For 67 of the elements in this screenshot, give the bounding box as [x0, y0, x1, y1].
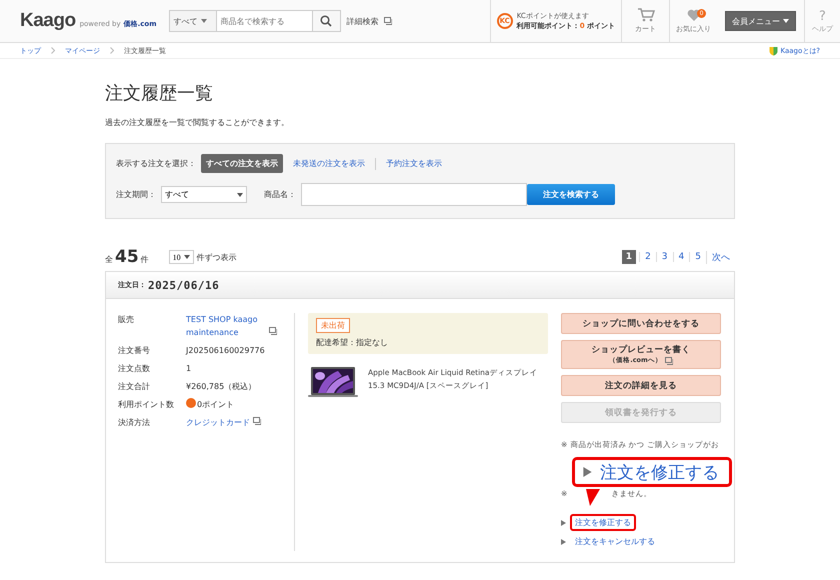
detail-value: 1 — [186, 363, 192, 375]
detail-label: 決済方法 — [118, 417, 151, 429]
page-link[interactable]: 4 — [672, 252, 690, 262]
logo[interactable]: Kaago — [20, 10, 76, 32]
order-date: 2025/06/16 — [148, 278, 220, 292]
category-dropdown[interactable]: すべて — [168, 10, 217, 32]
delivery-preference: 配達希望：指定なし — [316, 337, 389, 348]
search-field[interactable]: 商品名で検索する — [216, 10, 313, 32]
caret-icon — [200, 19, 207, 23]
detail-value: 0ポイント — [197, 400, 234, 409]
caret-icon — [783, 19, 789, 23]
callout-text: 注文を修正する — [600, 462, 719, 484]
period-dropdown[interactable]: すべて — [161, 186, 247, 203]
total-suffix: 件 — [140, 254, 149, 265]
external-link-icon — [664, 356, 673, 364]
shield-icon — [768, 46, 778, 56]
product-name-label: 商品名： — [264, 189, 296, 200]
detail-value: ¥260,785（税込） — [186, 381, 258, 393]
page-link[interactable]: 次へ — [706, 250, 735, 264]
search-icon — [320, 15, 332, 27]
product-name-field[interactable] — [301, 183, 527, 206]
detail-label: 販売 — [118, 314, 135, 326]
total-prefix: 全 — [105, 254, 113, 265]
search-button[interactable] — [312, 10, 341, 32]
advanced-search-link[interactable]: 詳細検索 — [346, 16, 379, 26]
search-orders-button[interactable]: 注文を検索する — [527, 184, 615, 205]
external-link-icon — [269, 327, 277, 335]
detail-label: 利用ポイント数 — [118, 399, 175, 411]
total-count: 45 — [115, 247, 139, 267]
chevron-icon — [110, 47, 114, 54]
help-icon: ? — [819, 8, 826, 24]
page-link[interactable]: 5 — [689, 252, 706, 262]
filter-label: 表示する注文を選択： — [116, 158, 196, 169]
triangle-icon — [561, 520, 566, 526]
caret-icon — [237, 192, 243, 196]
page-link[interactable]: 3 — [656, 252, 673, 262]
member-menu-button[interactable]: 会員メニュー — [725, 11, 796, 31]
point-coin-icon — [186, 398, 196, 408]
detail-label: 注文点数 — [118, 363, 151, 375]
page-title: 注文履歴一覧 — [105, 82, 214, 105]
detail-link[interactable]: TEST SHOP kaago maintenance — [186, 313, 266, 339]
page-subtitle: 過去の注文履歴を一覧で閲覧することができます。 — [105, 117, 290, 128]
external-link-icon — [384, 17, 392, 25]
callout-pointer — [585, 489, 601, 507]
action-button[interactable]: 注文の詳細を見る — [561, 375, 721, 396]
filter-option[interactable]: 予約注文を表示 — [381, 154, 447, 173]
triangle-icon — [561, 538, 566, 544]
per-page-label: 件ずつ表示 — [196, 252, 237, 262]
page-link[interactable]: 1 — [622, 250, 636, 264]
order-link[interactable]: 注文を修正する — [570, 514, 636, 531]
cart-icon — [636, 8, 654, 22]
detail-label: 注文番号 — [118, 345, 151, 357]
detail-label: 注文合計 — [118, 381, 151, 393]
filter-option[interactable]: 未発送の注文を表示 — [288, 154, 370, 173]
action-button[interactable]: ショップに問い合わせをする — [561, 313, 721, 334]
status-badge: 未出荷 — [316, 318, 350, 333]
per-page-dropdown[interactable]: 10 — [168, 250, 194, 264]
detail-link[interactable]: クレジットカード — [186, 416, 250, 429]
external-link-icon — [253, 417, 261, 425]
page-link[interactable]: 2 — [639, 252, 656, 262]
filter-option[interactable]: すべての注文を表示 — [201, 154, 283, 173]
order-link[interactable]: 注文をキャンセルする — [570, 533, 660, 550]
caret-icon — [184, 255, 190, 259]
period-label: 注文期間： — [116, 189, 156, 200]
detail-value: J202506160029776 — [186, 345, 266, 357]
triangle-icon — [583, 467, 592, 477]
chevron-icon — [51, 47, 55, 54]
